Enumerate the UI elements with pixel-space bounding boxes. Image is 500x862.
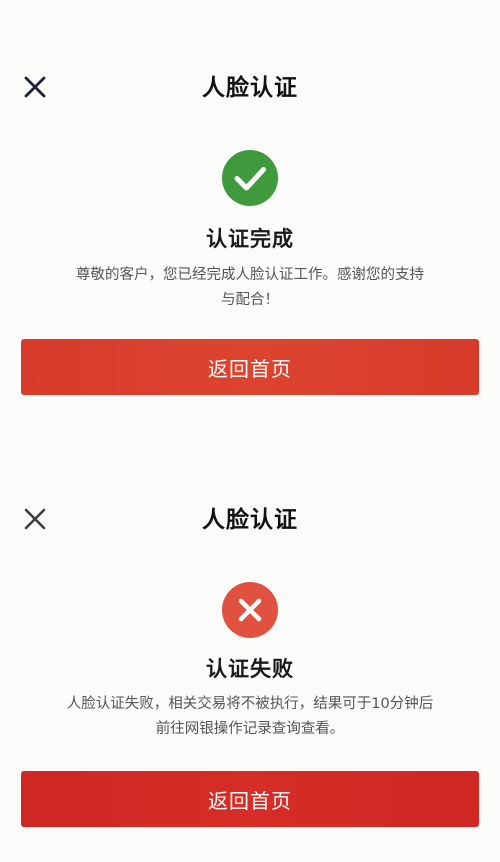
cross-circle-icon — [222, 582, 278, 638]
header-bar: 人脸认证 — [0, 66, 500, 110]
page-title: 人脸认证 — [202, 507, 298, 533]
check-circle-icon — [222, 150, 278, 206]
status-title: 认证失败 — [206, 657, 294, 681]
status-message: 尊敬的客户，您已经完成人脸认证工作。感谢您的支持与配合！ — [76, 267, 424, 308]
status-title: 认证完成 — [206, 227, 294, 251]
failure-screen: 人脸认证 认证失败 人脸认证失败，相关交易将不被执行，结果可于10分钟后前往网银… — [0, 432, 500, 862]
page-title: 人脸认证 — [202, 75, 298, 101]
return-home-button[interactable]: 返回首页 — [21, 771, 479, 827]
success-screen: 人脸认证 认证完成 尊敬的客户，您已经完成人脸认证工作。感谢您的支持与配合！ 返… — [0, 0, 500, 430]
header-bar: 人脸认证 — [0, 498, 500, 542]
status-message: 人脸认证失败，相关交易将不被执行，结果可于10分钟后前往网银操作记录查询查看。 — [66, 696, 434, 737]
return-home-button[interactable]: 返回首页 — [21, 339, 479, 395]
